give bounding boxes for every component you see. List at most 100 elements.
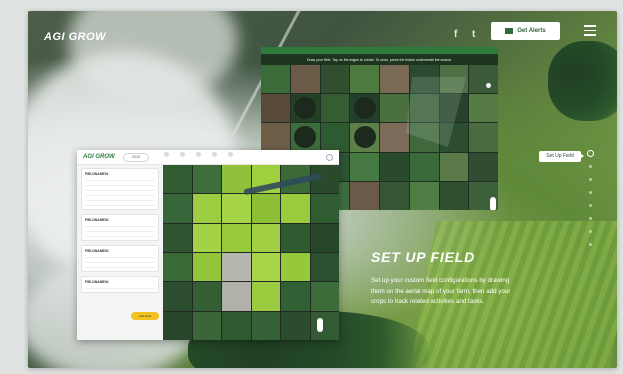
year-selector[interactable]: 2019 (123, 153, 149, 162)
field-plot[interactable] (251, 253, 280, 282)
field-plot[interactable] (310, 194, 339, 223)
field-plot[interactable] (163, 223, 192, 252)
field-plot[interactable] (281, 311, 310, 340)
field-plot[interactable] (310, 223, 339, 252)
field-plot[interactable] (222, 253, 251, 282)
field-plot[interactable] (310, 311, 339, 340)
section-dot[interactable] (589, 178, 592, 181)
aerial-plot (290, 123, 320, 152)
map-control[interactable] (486, 83, 491, 88)
aerial-plot (290, 65, 320, 94)
aerial-plot (380, 65, 409, 94)
aerial-plot (439, 152, 469, 181)
field-plot[interactable] (310, 253, 339, 282)
farm-card[interactable]: FIELDNAME02 ⌃ (81, 214, 159, 241)
field-plot[interactable] (222, 311, 251, 340)
field-plot[interactable] (281, 282, 310, 311)
aerial-plot (439, 181, 469, 210)
aerial-plot (350, 152, 379, 181)
field-plot[interactable] (281, 253, 310, 282)
app-nav-item[interactable] (191, 152, 205, 158)
section-dot[interactable] (589, 230, 592, 233)
aerial-plot (409, 152, 439, 181)
section-title: SET UP FIELD (371, 249, 475, 265)
farm-detail (85, 285, 155, 289)
zoom-control[interactable] (490, 197, 496, 210)
field-plot[interactable] (192, 311, 221, 340)
field-plot[interactable] (281, 223, 310, 252)
field-plot[interactable] (251, 282, 280, 311)
facebook-icon[interactable]: f (454, 29, 457, 40)
nav-icon (195, 152, 201, 157)
field-plot[interactable] (163, 282, 192, 311)
field-plot[interactable] (222, 194, 251, 223)
get-alerts-button[interactable]: Get Alerts (491, 22, 560, 40)
field-plot[interactable] (192, 165, 221, 194)
collapse-icon[interactable]: ⌃ (152, 249, 155, 253)
app-nav-item[interactable] (159, 152, 173, 158)
field-plot[interactable] (281, 194, 310, 223)
field-plot[interactable] (251, 311, 280, 340)
app-nav-item[interactable] (223, 152, 237, 158)
farm-field-map[interactable] (163, 165, 339, 340)
section-dot[interactable] (589, 191, 592, 194)
farm-detail (85, 259, 155, 263)
section-dot[interactable] (589, 204, 592, 207)
app-mockup: AGI GROW 2019 FIELDNAME01 ⌃ FIELDNAME02 ⌃ FI… (77, 150, 339, 340)
field-plot[interactable] (251, 223, 280, 252)
help-icon[interactable] (326, 154, 333, 161)
field-plot[interactable] (310, 282, 339, 311)
nav-icon (163, 152, 169, 157)
app-logo[interactable]: AGI GROW (83, 154, 115, 160)
farm-name: FIELDNAME02 (85, 218, 109, 222)
farm-card[interactable]: FIELDNAME03 ⌃ (81, 245, 159, 272)
aerial-plot (320, 94, 350, 123)
section-dot[interactable] (589, 243, 592, 246)
aerial-plot (290, 94, 320, 123)
field-plot[interactable] (163, 194, 192, 223)
aerial-plot (350, 123, 379, 152)
aerial-plot (380, 181, 409, 210)
app-nav-item[interactable] (175, 152, 189, 158)
aerial-plot (380, 94, 409, 123)
add-field-button[interactable]: Add Field (131, 312, 159, 320)
farm-detail (85, 187, 155, 191)
field-plot[interactable] (251, 194, 280, 223)
farm-name: FIELDNAME03 (85, 249, 109, 253)
field-plot[interactable] (163, 165, 192, 194)
map-toolbar (261, 47, 498, 54)
mail-icon (505, 28, 514, 34)
farm-card[interactable]: FIELDNAME01 ⌃ (81, 168, 159, 210)
field-plot[interactable] (222, 223, 251, 252)
aerial-plot (469, 152, 498, 181)
app-nav-item[interactable] (207, 152, 221, 158)
aerial-plot (261, 94, 290, 123)
field-plot[interactable] (192, 194, 221, 223)
collapse-icon[interactable]: ⌃ (152, 218, 155, 222)
farm-card[interactable]: FIELDNAME04 ⌃ (81, 276, 159, 293)
field-plot[interactable] (192, 253, 221, 282)
center-pivot-field (353, 97, 376, 120)
zoom-control[interactable] (317, 318, 323, 332)
aerial-plot (469, 94, 498, 123)
section-dot[interactable] (589, 165, 592, 168)
get-alerts-label: Get Alerts (517, 28, 546, 34)
aerial-plot (469, 65, 498, 94)
section-dot[interactable] (589, 217, 592, 220)
collapse-icon[interactable]: ⌃ (152, 172, 155, 176)
collapse-icon[interactable]: ⌃ (152, 280, 155, 284)
twitter-icon[interactable]: t (472, 29, 475, 40)
aerial-plot (320, 123, 350, 152)
aerial-plot (409, 181, 439, 210)
field-plot[interactable] (163, 311, 192, 340)
field-plot[interactable] (192, 282, 221, 311)
brand-logo[interactable]: AGI GROW (44, 31, 106, 43)
app-header: AGI GROW 2019 (77, 150, 339, 165)
section-dot[interactable] (587, 150, 594, 157)
field-plot[interactable] (163, 253, 192, 282)
farm-detail (85, 254, 155, 258)
farm-detail (85, 177, 155, 181)
field-plot[interactable] (222, 282, 251, 311)
field-plot[interactable] (192, 223, 221, 252)
hamburger-menu-icon[interactable] (584, 25, 596, 36)
